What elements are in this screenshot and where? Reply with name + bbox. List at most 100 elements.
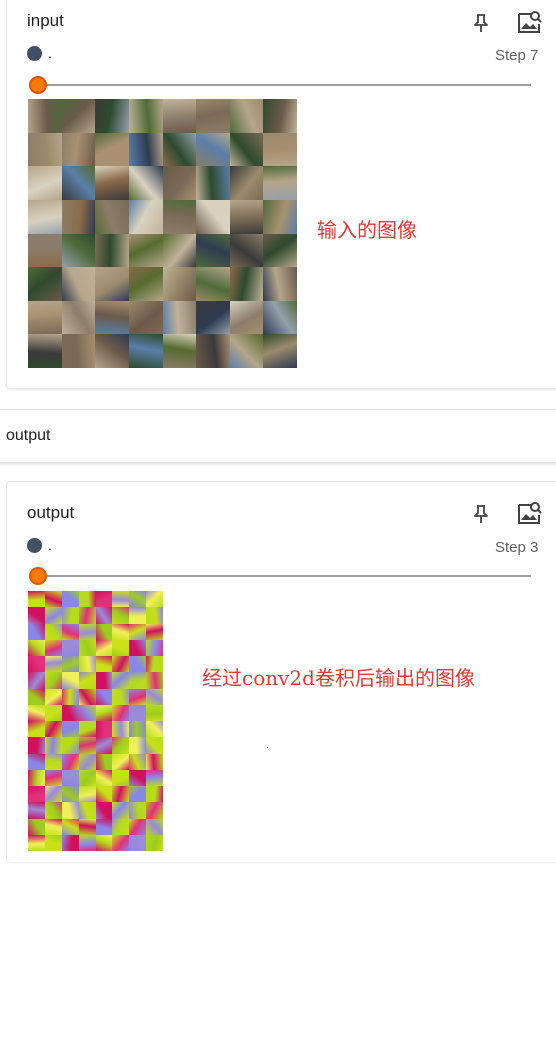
image-tile <box>78 688 96 705</box>
image-tile <box>128 199 163 234</box>
image-tile <box>129 656 147 673</box>
image-tile <box>95 132 129 167</box>
step-label: Step 7 <box>495 47 539 64</box>
image-tile <box>61 132 96 167</box>
image-tile <box>162 132 197 167</box>
pin-button[interactable] <box>469 502 493 526</box>
step-slider[interactable] <box>29 84 531 86</box>
image-tile <box>95 786 113 803</box>
image-tile <box>44 737 62 754</box>
artifact-dot <box>267 747 268 748</box>
image-tile <box>263 99 297 133</box>
run-indicator: . <box>27 45 52 61</box>
image-tile <box>112 672 130 689</box>
image-tile <box>78 818 96 835</box>
image-tile <box>196 300 230 335</box>
image-tile <box>146 656 163 673</box>
image-tile <box>61 737 79 754</box>
image-tile <box>28 132 62 167</box>
image-tile <box>44 607 62 624</box>
image-tile <box>129 721 147 738</box>
image-tile <box>44 672 62 689</box>
image-search-button[interactable] <box>515 8 543 36</box>
image-tile <box>112 818 130 835</box>
image-tile <box>28 656 45 673</box>
image-tile <box>229 99 264 133</box>
image-tile <box>95 656 113 673</box>
image-tile <box>61 623 79 640</box>
image-tile <box>112 737 130 754</box>
card-title: output <box>27 503 75 522</box>
image-tile <box>78 737 96 754</box>
pin-icon <box>474 14 488 32</box>
image-tile <box>28 753 45 770</box>
run-color-dot <box>27 45 42 61</box>
image-tile <box>44 591 62 608</box>
image-tile <box>28 607 45 624</box>
image-tile <box>44 639 62 656</box>
image-tile <box>44 834 62 851</box>
image-tile <box>112 656 130 673</box>
image-tile <box>44 623 62 640</box>
image-tile <box>28 267 62 301</box>
image-tile <box>263 334 297 368</box>
image-tile <box>61 818 79 835</box>
pin-button[interactable] <box>469 11 493 35</box>
image-tile <box>28 334 62 368</box>
image-tile <box>78 591 96 608</box>
image-tile <box>129 688 147 705</box>
image-tile <box>61 753 79 770</box>
image-tile <box>129 753 147 770</box>
run-name: . <box>48 537 52 553</box>
image-tile <box>196 267 230 301</box>
image-tile <box>78 786 96 803</box>
image-tile <box>162 166 197 200</box>
image-tile <box>229 166 264 200</box>
image-tile <box>128 166 163 200</box>
image-tile <box>78 672 96 689</box>
image-tile <box>95 199 129 234</box>
image-tile <box>129 737 147 754</box>
image-tile <box>95 834 113 851</box>
image-tile <box>162 199 197 234</box>
image-tile <box>61 607 79 624</box>
step-label: Step 3 <box>495 539 539 556</box>
image-tile <box>95 233 129 268</box>
image-tile <box>78 623 96 640</box>
image-tile <box>28 704 45 721</box>
image-tile <box>196 233 230 268</box>
image-tile <box>263 267 297 301</box>
image-tile <box>129 786 147 803</box>
step-slider-thumb[interactable] <box>29 567 47 585</box>
image-tile <box>196 132 230 167</box>
step-slider[interactable] <box>29 575 531 577</box>
image-tile <box>112 753 130 770</box>
image-search-icon <box>518 11 542 33</box>
image-tile <box>146 753 163 770</box>
image-tile <box>28 99 62 133</box>
image-tile <box>61 334 96 368</box>
image-tile <box>146 672 163 689</box>
image-tile <box>61 166 96 200</box>
run-name: . <box>48 45 52 61</box>
image-tile <box>146 737 163 754</box>
image-tile <box>95 818 113 835</box>
image-tile <box>95 166 129 200</box>
image-tile <box>196 199 230 234</box>
image-tile <box>263 300 297 335</box>
image-tile <box>129 591 147 608</box>
image-tile <box>95 769 113 786</box>
image-tile <box>112 623 130 640</box>
image-tile <box>129 802 147 819</box>
image-tile <box>146 786 163 803</box>
image-tile <box>78 607 96 624</box>
image-tile <box>61 656 79 673</box>
output-image-grid <box>28 591 163 851</box>
step-slider-thumb[interactable] <box>29 76 47 94</box>
image-tile <box>129 769 147 786</box>
image-tile <box>95 688 113 705</box>
image-tile <box>263 166 297 200</box>
image-search-button[interactable] <box>515 499 543 527</box>
image-tile <box>129 607 147 624</box>
image-tile <box>28 591 45 608</box>
